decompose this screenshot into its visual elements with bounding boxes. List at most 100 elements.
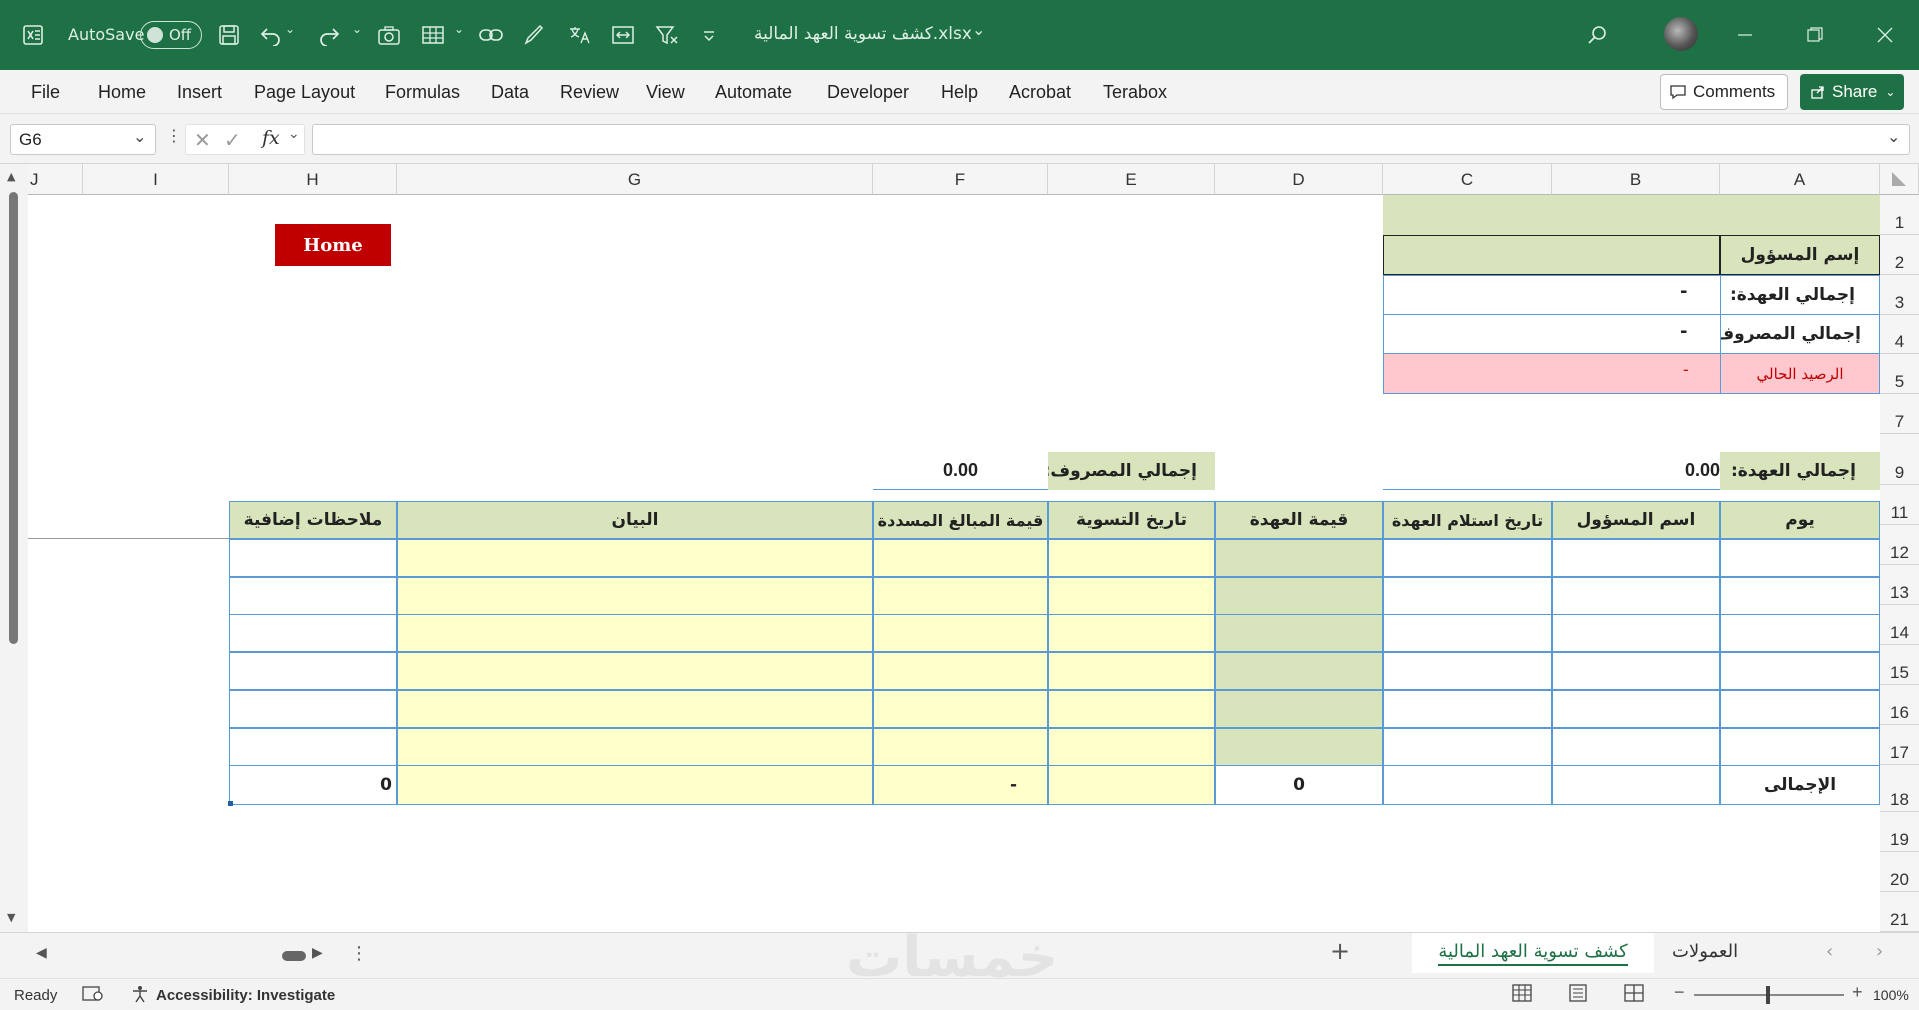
cell-custody-value[interactable] <box>1215 539 1383 577</box>
function-dropdown-icon[interactable]: ⌄ <box>288 126 300 142</box>
col-header-g[interactable]: G <box>397 164 873 195</box>
scroll-down-icon[interactable]: ▼ <box>7 911 15 924</box>
balance-cell[interactable] <box>1383 354 1720 394</box>
table-icon[interactable] <box>420 22 446 48</box>
redo-icon[interactable] <box>316 22 342 48</box>
cell-statement[interactable] <box>397 652 873 691</box>
cell-day[interactable] <box>1720 727 1880 766</box>
zoom-out-icon[interactable]: − <box>1674 982 1685 1003</box>
scrollbar-thumb[interactable] <box>9 192 18 644</box>
undo-dropdown-icon[interactable]: ⌄ <box>285 22 295 36</box>
filename-chevron-icon[interactable]: ⌄ <box>972 20 985 39</box>
col-header-f[interactable]: F <box>873 164 1048 195</box>
row-header-20[interactable]: 20 <box>1880 852 1919 892</box>
row-header-2[interactable]: 2 <box>1880 235 1919 275</box>
tab-file[interactable]: File <box>31 82 60 103</box>
scroll-right-icon[interactable]: ▶ <box>312 945 323 961</box>
file-name[interactable]: كشف تسوية العهد المالية.xlsx <box>754 24 972 44</box>
home-button[interactable]: Home <box>275 224 391 266</box>
formula-input[interactable]: ⌄ <box>312 124 1910 155</box>
tab-review[interactable]: Review <box>560 82 619 103</box>
total-statement-cell[interactable] <box>397 765 873 805</box>
add-sheet-icon[interactable]: + <box>1330 937 1350 965</box>
camera-icon[interactable] <box>376 22 402 48</box>
cell-day[interactable] <box>1720 652 1880 691</box>
cell-statement[interactable] <box>397 689 873 728</box>
cell-custody-value[interactable] <box>1215 614 1383 653</box>
summary-spent-value[interactable]: 0.00 <box>873 452 1048 490</box>
sheet-tab-commissions[interactable]: العمولات <box>1672 941 1738 962</box>
row-header-4[interactable]: 4 <box>1880 315 1919 354</box>
cell-owner[interactable] <box>1552 727 1720 766</box>
brush-icon[interactable] <box>522 22 548 48</box>
cell-received-date[interactable] <box>1383 727 1552 766</box>
translate-icon[interactable] <box>566 22 592 48</box>
filter-clear-icon[interactable] <box>654 22 680 48</box>
zoom-in-icon[interactable]: + <box>1852 982 1863 1003</box>
row-header-19[interactable]: 19 <box>1880 812 1919 852</box>
tab-insert[interactable]: Insert <box>177 82 222 103</box>
next-sheet-icon[interactable]: › <box>1876 941 1883 962</box>
cell-settlement-date[interactable] <box>1048 727 1215 766</box>
cell-owner[interactable] <box>1552 689 1720 728</box>
expand-formula-icon[interactable]: ⌄ <box>1887 127 1900 146</box>
cell-notes[interactable] <box>229 614 397 653</box>
cell-statement[interactable] <box>397 539 873 577</box>
total-settlement-cell[interactable] <box>1048 765 1215 805</box>
cell-received-date[interactable] <box>1383 689 1552 728</box>
col-header-a[interactable]: A <box>1720 164 1880 195</box>
cell-paid-amount[interactable] <box>873 652 1048 691</box>
cell-notes[interactable] <box>229 689 397 728</box>
cell-paid-amount[interactable] <box>873 614 1048 653</box>
share-button[interactable]: Share ⌄ <box>1800 74 1904 110</box>
cell-custody-value[interactable] <box>1215 689 1383 728</box>
zoom-level[interactable]: 100% <box>1873 987 1909 1003</box>
cell-owner[interactable] <box>1552 576 1720 615</box>
cell-statement[interactable] <box>397 614 873 653</box>
insert-function-icon[interactable]: fx <box>262 127 280 149</box>
save-icon[interactable] <box>216 22 242 48</box>
cell-settlement-date[interactable] <box>1048 689 1215 728</box>
tab-page-layout[interactable]: Page Layout <box>254 82 355 103</box>
name-box[interactable]: G6 ⌄ <box>10 124 156 155</box>
comments-button[interactable]: Comments <box>1660 74 1788 110</box>
cell-paid-amount[interactable] <box>873 689 1048 728</box>
tab-terabox[interactable]: Terabox <box>1103 82 1167 103</box>
minimize-icon[interactable] <box>1732 22 1758 48</box>
cell-settlement-date[interactable] <box>1048 614 1215 653</box>
col-header-j[interactable]: J <box>28 164 83 195</box>
tab-acrobat[interactable]: Acrobat <box>1009 82 1071 103</box>
row-header-3[interactable]: 3 <box>1880 275 1919 315</box>
zoom-slider-thumb[interactable] <box>1766 986 1770 1004</box>
worksheet[interactable]: ▲ ▼ J I H G F E D C B A 1 2 3 4 5 7 9 11… <box>0 164 1919 932</box>
search-icon[interactable] <box>1584 22 1610 48</box>
total-custody-cell[interactable] <box>1383 275 1720 315</box>
row-header-16[interactable]: 16 <box>1880 685 1919 725</box>
row-header-15[interactable]: 15 <box>1880 645 1919 685</box>
undo-icon[interactable] <box>258 22 284 48</box>
row-header-17[interactable]: 17 <box>1880 725 1919 765</box>
tab-formulas[interactable]: Formulas <box>385 82 460 103</box>
cell-statement[interactable] <box>397 727 873 766</box>
page-break-view-icon[interactable] <box>1624 984 1644 1006</box>
page-layout-view-icon[interactable] <box>1568 984 1588 1006</box>
owner-name-cell[interactable] <box>1383 235 1720 275</box>
cell-custody-value[interactable] <box>1215 652 1383 691</box>
cell-paid-amount[interactable] <box>873 576 1048 615</box>
row-header-13[interactable]: 13 <box>1880 565 1919 605</box>
redo-dropdown-icon[interactable]: ⌄ <box>352 22 362 36</box>
cell-paid-amount[interactable] <box>873 539 1048 577</box>
horizontal-scroll-thumb[interactable] <box>282 951 306 961</box>
cell-owner[interactable] <box>1552 614 1720 653</box>
cancel-icon[interactable]: ✕ <box>194 128 211 152</box>
cell-day[interactable] <box>1720 614 1880 653</box>
total-custody-sum[interactable]: 0 <box>1215 765 1383 805</box>
cell-received-date[interactable] <box>1383 576 1552 615</box>
prev-sheet-icon[interactable]: ‹ <box>1826 941 1833 962</box>
cell-notes[interactable] <box>229 652 397 691</box>
cell-day[interactable] <box>1720 576 1880 615</box>
select-all-corner[interactable] <box>1880 164 1919 195</box>
vertical-scrollbar[interactable]: ▲ ▼ <box>0 164 28 932</box>
total-paid-sum[interactable]: - <box>873 765 1048 805</box>
row-header-12[interactable]: 12 <box>1880 525 1919 565</box>
